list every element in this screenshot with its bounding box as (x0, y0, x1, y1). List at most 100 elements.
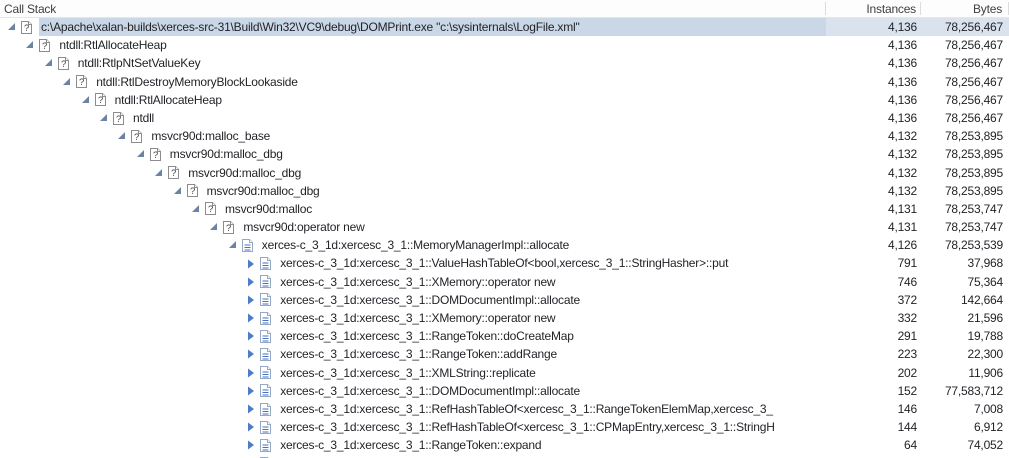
unknown-module-icon: ? (75, 74, 88, 89)
collapsed-arrow-icon[interactable] (247, 422, 259, 432)
call-stack-tree-row[interactable]: ? msvcr90d:malloc_dbg 4,132 78,253,895 (0, 182, 1009, 200)
expanded-arrow-icon[interactable] (8, 23, 20, 31)
collapsed-arrow-icon[interactable] (247, 295, 259, 305)
frame-label: xerces-c_3_1d:xercesc_3_1::XMemory::oper… (278, 309, 826, 327)
instances-value: 4,132 (826, 127, 921, 145)
collapsed-arrow-icon[interactable] (247, 259, 259, 269)
call-stack-tree-row[interactable]: ? ntdll:RtlpNtSetValueKey 4,136 78,256,4… (0, 54, 1009, 72)
collapsed-arrow-icon[interactable] (247, 277, 259, 287)
document-icon (259, 311, 272, 326)
call-stack-tree-row[interactable]: ? ntdll 4,136 78,256,467 (0, 109, 1009, 127)
unknown-module-icon: ? (130, 129, 143, 144)
bytes-value: 6,912 (921, 418, 1009, 436)
call-stack-tree-row[interactable]: xerces-c_3_1d:xercesc_3_1::XMemory::oper… (0, 309, 1009, 327)
frame-label: xerces-c_3_1d:xercesc_3_1::DOMDocumentIm… (278, 382, 826, 400)
call-stack-tree-row[interactable]: xerces-c_3_1d:xercesc_3_1::MemoryManager… (0, 236, 1009, 254)
document-icon (241, 238, 254, 253)
instances-value: 4,131 (826, 218, 921, 236)
frame-label: xerces-c_3_1d:xercesc_3_1::RangeToken::a… (278, 345, 826, 363)
document-icon (259, 402, 272, 417)
call-stack-tree-row[interactable]: xerces-c_3_1d:xercesc_3_1::DOMDocumentIm… (0, 291, 1009, 309)
instances-value: 291 (826, 327, 921, 345)
instances-value: 4,136 (826, 109, 921, 127)
expanded-arrow-icon[interactable] (118, 132, 130, 140)
collapsed-arrow-icon[interactable] (247, 313, 259, 323)
call-stack-tree-row[interactable]: xerces-c_3_1d:xercesc_3_1::XMLString::re… (0, 364, 1009, 382)
frame-label: xerces-c_3_1d:xercesc_3_1::DOMDocumentIm… (278, 291, 826, 309)
expanded-arrow-icon[interactable] (174, 187, 186, 195)
frame-label: msvcr90d:operator new (241, 218, 826, 236)
svg-text:?: ? (171, 168, 176, 179)
instances-value: 4,131 (826, 200, 921, 218)
call-stack-tree-row[interactable]: xerces-c_3_1d:xercesc_3_1::RangeToken::d… (0, 327, 1009, 345)
call-stack-tree-row[interactable]: ? msvcr90d:malloc_base 4,132 78,253,895 (0, 127, 1009, 145)
instances-value: 4,132 (826, 164, 921, 182)
collapsed-arrow-icon[interactable] (247, 440, 259, 450)
frame-label: xerces-c_3_1d:xercesc_3_1::RangeToken::d… (278, 327, 826, 345)
column-header-call-stack[interactable]: Call Stack (0, 2, 826, 15)
bytes-value: 78,256,467 (921, 54, 1009, 72)
svg-text:?: ? (153, 150, 158, 161)
instances-value: 372 (826, 291, 921, 309)
instances-value: 4,132 (826, 145, 921, 163)
frame-label: msvcr90d:malloc_dbg (168, 145, 826, 163)
document-icon (259, 420, 272, 435)
column-header-instances[interactable]: Instances (826, 2, 921, 15)
call-stack-tree-row[interactable]: xerces-c_3_1d:xercesc_3_1::DOMDocumentIm… (0, 382, 1009, 400)
instances-value: 4,136 (826, 73, 921, 91)
instances-value: 4,136 (826, 91, 921, 109)
collapsed-arrow-icon[interactable] (247, 349, 259, 359)
expanded-arrow-icon[interactable] (210, 223, 222, 231)
call-stack-tree-row[interactable]: ? ntdll:RtlAllocateHeap 4,136 78,256,467 (0, 36, 1009, 54)
svg-text:?: ? (134, 132, 139, 143)
bytes-value: 19,788 (921, 327, 1009, 345)
call-stack-tree-row[interactable]: ? msvcr90d:operator new 4,131 78,253,747 (0, 218, 1009, 236)
column-header-instances-label: Instances (866, 2, 916, 16)
column-header-call-stack-label: Call Stack (4, 2, 56, 16)
expanded-arrow-icon[interactable] (137, 150, 149, 158)
collapsed-arrow-icon[interactable] (247, 404, 259, 414)
call-stack-tree-row[interactable]: xerces-c_3_1d:xercesc_3_1::ValueHashTabl… (0, 254, 1009, 272)
expanded-arrow-icon[interactable] (192, 205, 204, 213)
expanded-arrow-icon[interactable] (63, 78, 75, 86)
frame-label: ntdll:RtlAllocateHeap (113, 91, 826, 109)
instances-value: 64 (826, 436, 921, 454)
call-stack-tree-row[interactable]: xerces-c_3_1d:xercesc_3_1::RefHashTableO… (0, 400, 1009, 418)
column-header-bytes[interactable]: Bytes (921, 2, 1009, 15)
call-stack-tree-row[interactable]: ? ntdll:RtlAllocateHeap 4,136 78,256,467 (0, 91, 1009, 109)
bytes-value: 74,052 (921, 436, 1009, 454)
expanded-arrow-icon[interactable] (45, 59, 57, 67)
call-stack-tree-row[interactable]: xerces-c_3_1d:xercesc_3_1::RangeToken::a… (0, 345, 1009, 363)
bytes-value: 77,583,712 (921, 382, 1009, 400)
call-stack-tree-row[interactable]: xerces-c_3_1d:xercesc_3_1::RefHashTableO… (0, 418, 1009, 436)
expanded-arrow-icon[interactable] (82, 96, 94, 104)
expanded-arrow-icon[interactable] (229, 241, 241, 249)
call-stack-tree-row[interactable]: ? msvcr90d:malloc 4,131 78,253,747 (0, 200, 1009, 218)
call-stack-tree-row[interactable]: xerces-c_3_1d:xercesc_3_1::RangeToken::e… (0, 436, 1009, 454)
instances-value: 146 (826, 400, 921, 418)
call-stack-tree-row[interactable] (0, 455, 1009, 458)
frame-label: xerces-c_3_1d:xercesc_3_1::RefHashTableO… (278, 400, 826, 418)
document-icon (259, 347, 272, 362)
expanded-arrow-icon[interactable] (155, 169, 167, 177)
instances-value: 4,136 (826, 36, 921, 54)
svg-text:?: ? (79, 77, 84, 88)
frame-label: xerces-c_3_1d:xercesc_3_1::RefHashTableO… (278, 418, 826, 436)
instances-value: 144 (826, 418, 921, 436)
call-stack-tree-row[interactable]: ? msvcr90d:malloc_dbg 4,132 78,253,895 (0, 164, 1009, 182)
document-icon (259, 329, 272, 344)
call-stack-tree-row[interactable]: ? ntdll:RtlDestroyMemoryBlockLookaside 4… (0, 73, 1009, 91)
frame-label: ntdll (131, 109, 826, 127)
call-stack-tree-row[interactable]: xerces-c_3_1d:xercesc_3_1::XMemory::oper… (0, 273, 1009, 291)
expanded-arrow-icon[interactable] (100, 114, 112, 122)
collapsed-arrow-icon[interactable] (247, 331, 259, 341)
instances-value: 332 (826, 309, 921, 327)
collapsed-arrow-icon[interactable] (247, 386, 259, 396)
call-stack-tree-row[interactable]: ? msvcr90d:malloc_dbg 4,132 78,253,895 (0, 145, 1009, 163)
collapsed-arrow-icon[interactable] (247, 368, 259, 378)
frame-label: msvcr90d:malloc_dbg (186, 164, 826, 182)
instances-value: 4,132 (826, 182, 921, 200)
instances-value (826, 455, 921, 458)
expanded-arrow-icon[interactable] (26, 41, 38, 49)
call-stack-tree-row[interactable]: ? c:\Apache\xalan-builds\xerces-src-31\B… (0, 18, 1009, 36)
